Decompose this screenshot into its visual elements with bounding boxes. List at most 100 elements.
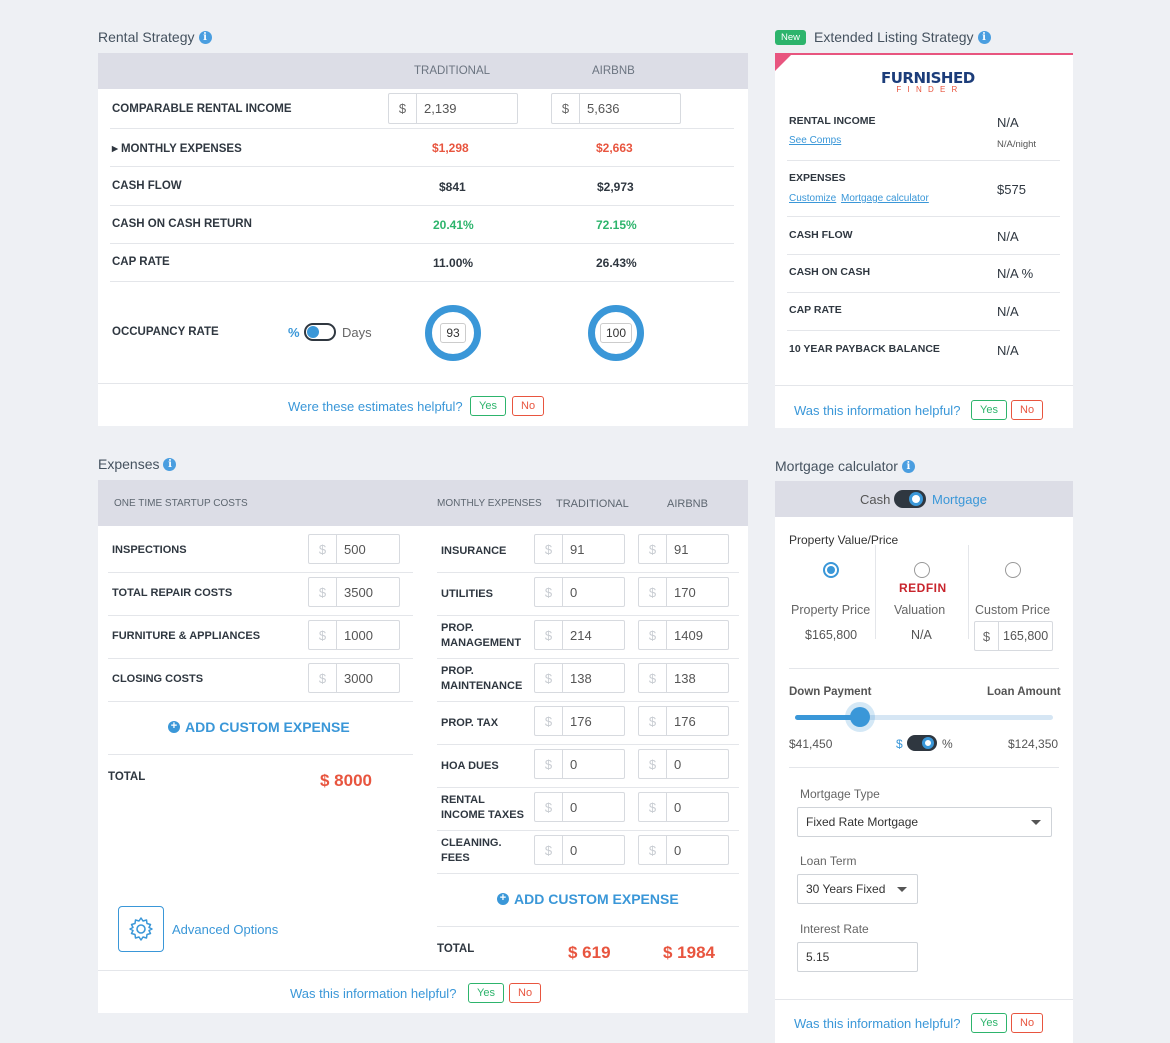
down-payment-unit-toggle[interactable] bbox=[907, 735, 937, 751]
monthly-trad-input[interactable]: $214 bbox=[534, 620, 625, 650]
expand-expenses[interactable]: ▸ MONTHLY EXPENSES bbox=[112, 141, 242, 155]
dollar-icon: $ bbox=[535, 836, 563, 864]
monthly-trad-input[interactable]: $138 bbox=[534, 663, 625, 693]
monthly-airbnb-input[interactable]: $0 bbox=[638, 749, 729, 779]
expenses-yes-button[interactable]: Yes bbox=[468, 983, 504, 1003]
customize-link[interactable]: Customize bbox=[789, 193, 836, 204]
expenses-helpful-text: Was this information helpful? bbox=[290, 986, 457, 1001]
custom-price-input[interactable]: $165,800 bbox=[974, 621, 1053, 651]
row-monthly-expenses[interactable]: ▸ MONTHLY EXPENSES $1,298 $2,663 bbox=[110, 129, 734, 167]
ext-row-expenses: EXPENSES Customize Mortgage calculator $… bbox=[787, 161, 1060, 217]
dollar-icon: $ bbox=[639, 750, 667, 778]
redfin-logo: REDFIN bbox=[899, 581, 947, 595]
mortgage-title: Mortgage calculator i bbox=[775, 458, 915, 474]
dollar-icon: $ bbox=[309, 664, 337, 692]
new-badge: New bbox=[775, 29, 807, 45]
monthly-airbnb-input[interactable]: $0 bbox=[638, 835, 729, 865]
monthly-airbnb-input[interactable]: $138 bbox=[638, 663, 729, 693]
rental-no-button[interactable]: No bbox=[512, 396, 545, 416]
rental-yes-button[interactable]: Yes bbox=[470, 396, 506, 416]
advanced-options-button[interactable] bbox=[118, 906, 164, 952]
income-airbnb-input[interactable]: $5,636 bbox=[551, 93, 681, 124]
mortgage-card: Cash Mortgage Property Value/Price REDFI… bbox=[775, 481, 1073, 1043]
down-payment-slider[interactable] bbox=[795, 707, 1053, 727]
ext-yes-button[interactable]: Yes bbox=[971, 400, 1007, 420]
one-time-input[interactable]: $3000 bbox=[308, 663, 400, 693]
mortgage-no-button[interactable]: No bbox=[1011, 1013, 1044, 1033]
coc-label: CASH ON CASH RETURN bbox=[112, 218, 252, 230]
chevron-down-icon bbox=[897, 887, 907, 892]
one-time-input[interactable]: $500 bbox=[308, 534, 400, 564]
advanced-options-link[interactable]: Advanced Options bbox=[172, 922, 278, 937]
custom-price-radio[interactable] bbox=[1005, 562, 1021, 578]
occupancy-pct-label: % bbox=[288, 325, 300, 340]
mortgage-type-select[interactable]: Fixed Rate Mortgage bbox=[797, 807, 1052, 837]
redfin-radio[interactable] bbox=[914, 562, 930, 578]
occupancy-airbnb-gauge: 100 bbox=[588, 305, 644, 361]
slider-handle[interactable] bbox=[849, 707, 870, 727]
monthly-airbnb-input[interactable]: $91 bbox=[638, 534, 729, 564]
add-custom-expense-monthly[interactable]: + ADD CUSTOM EXPENSE bbox=[497, 891, 679, 907]
monthly-airbnb-input[interactable]: $176 bbox=[638, 706, 729, 736]
row-cash-flow: CASH FLOW $841 $2,973 bbox=[110, 167, 734, 206]
dollar-icon: $ bbox=[639, 535, 667, 563]
monthly-row: HOA DUES $0 $0 bbox=[437, 745, 739, 788]
one-time-input[interactable]: $3500 bbox=[308, 577, 400, 607]
see-comps-link[interactable]: See Comps bbox=[789, 135, 841, 146]
cap-trad: 11.00% bbox=[433, 256, 474, 270]
one-time-total-label: TOTAL bbox=[108, 771, 146, 783]
rental-strategy-card: TRADITIONAL AIRBNB COMPARABLE RENTAL INC… bbox=[98, 53, 748, 426]
ext-no-button[interactable]: No bbox=[1011, 400, 1044, 420]
monthly-trad-input[interactable]: $176 bbox=[534, 706, 625, 736]
monthly-trad-input[interactable]: $0 bbox=[534, 835, 625, 865]
monthly-label: HOA DUES bbox=[441, 760, 499, 772]
one-time-label: CLOSING COSTS bbox=[112, 673, 204, 685]
one-time-row: CLOSING COSTS $3000 bbox=[108, 659, 413, 702]
chevron-down-icon bbox=[1031, 820, 1041, 825]
monthly-airbnb-input[interactable]: $0 bbox=[638, 792, 729, 822]
one-time-label: FURNITURE & APPLIANCES bbox=[112, 630, 261, 642]
monthly-row: UTILITIES $0 $170 bbox=[437, 573, 739, 616]
loan-amount-value: $124,350 bbox=[1008, 737, 1059, 751]
monthly-trad-input[interactable]: $0 bbox=[534, 792, 625, 822]
dollar-icon: $ bbox=[309, 578, 337, 606]
mortgage-header: Cash Mortgage bbox=[775, 481, 1073, 517]
dollar-icon: $ bbox=[389, 94, 417, 123]
dollar-icon: $ bbox=[535, 750, 563, 778]
dollar-icon: $ bbox=[552, 94, 580, 123]
dollar-icon: $ bbox=[535, 621, 563, 649]
monthly-trad-input[interactable]: $0 bbox=[534, 749, 625, 779]
cash-mortgage-toggle[interactable] bbox=[894, 490, 926, 508]
property-price-value: $165,800 bbox=[805, 628, 858, 642]
corner-ribbon bbox=[775, 55, 791, 71]
monthly-total-label: TOTAL bbox=[437, 943, 475, 955]
monthly-airbnb-input[interactable]: $170 bbox=[638, 577, 729, 607]
income-trad-input[interactable]: $2,139 bbox=[388, 93, 518, 124]
monthly-airbnb-input[interactable]: $1409 bbox=[638, 620, 729, 650]
monthly-label: INSURANCE bbox=[441, 545, 507, 557]
ext-row-coc: CASH ON CASH N/A % bbox=[787, 255, 1060, 293]
rental-helpful-text: Were these estimates helpful? bbox=[288, 399, 463, 414]
coc-airbnb: 72.15% bbox=[596, 218, 637, 232]
dollar-icon: $ bbox=[309, 621, 337, 649]
monthly-trad-input[interactable]: $91 bbox=[534, 534, 625, 564]
interest-rate-input[interactable]: 5.15 bbox=[797, 942, 918, 972]
loan-term-select[interactable]: 30 Years Fixed bbox=[797, 874, 918, 904]
expenses-no-button[interactable]: No bbox=[509, 983, 542, 1003]
extended-title-row: New Extended Listing Strategy i bbox=[775, 29, 991, 45]
info-icon[interactable]: i bbox=[198, 30, 212, 44]
expenses-title: Expenses i bbox=[98, 456, 177, 472]
add-custom-expense-onetime[interactable]: + ADD CUSTOM EXPENSE bbox=[168, 719, 350, 735]
rental-strategy-title: Rental Strategy i bbox=[98, 29, 212, 45]
mortgage-yes-button[interactable]: Yes bbox=[971, 1013, 1007, 1033]
info-icon[interactable]: i bbox=[901, 459, 915, 473]
monthly-trad-input[interactable]: $0 bbox=[534, 577, 625, 607]
property-price-radio[interactable] bbox=[823, 562, 839, 578]
one-time-row: TOTAL REPAIR COSTS $3500 bbox=[108, 573, 413, 616]
row-coc: CASH ON CASH RETURN 20.41% 72.15% bbox=[110, 206, 734, 244]
info-icon[interactable]: i bbox=[163, 457, 177, 471]
info-icon[interactable]: i bbox=[977, 30, 991, 44]
one-time-input[interactable]: $1000 bbox=[308, 620, 400, 650]
mortgage-calculator-link[interactable]: Mortgage calculator bbox=[841, 193, 929, 204]
occupancy-toggle[interactable] bbox=[304, 323, 336, 341]
